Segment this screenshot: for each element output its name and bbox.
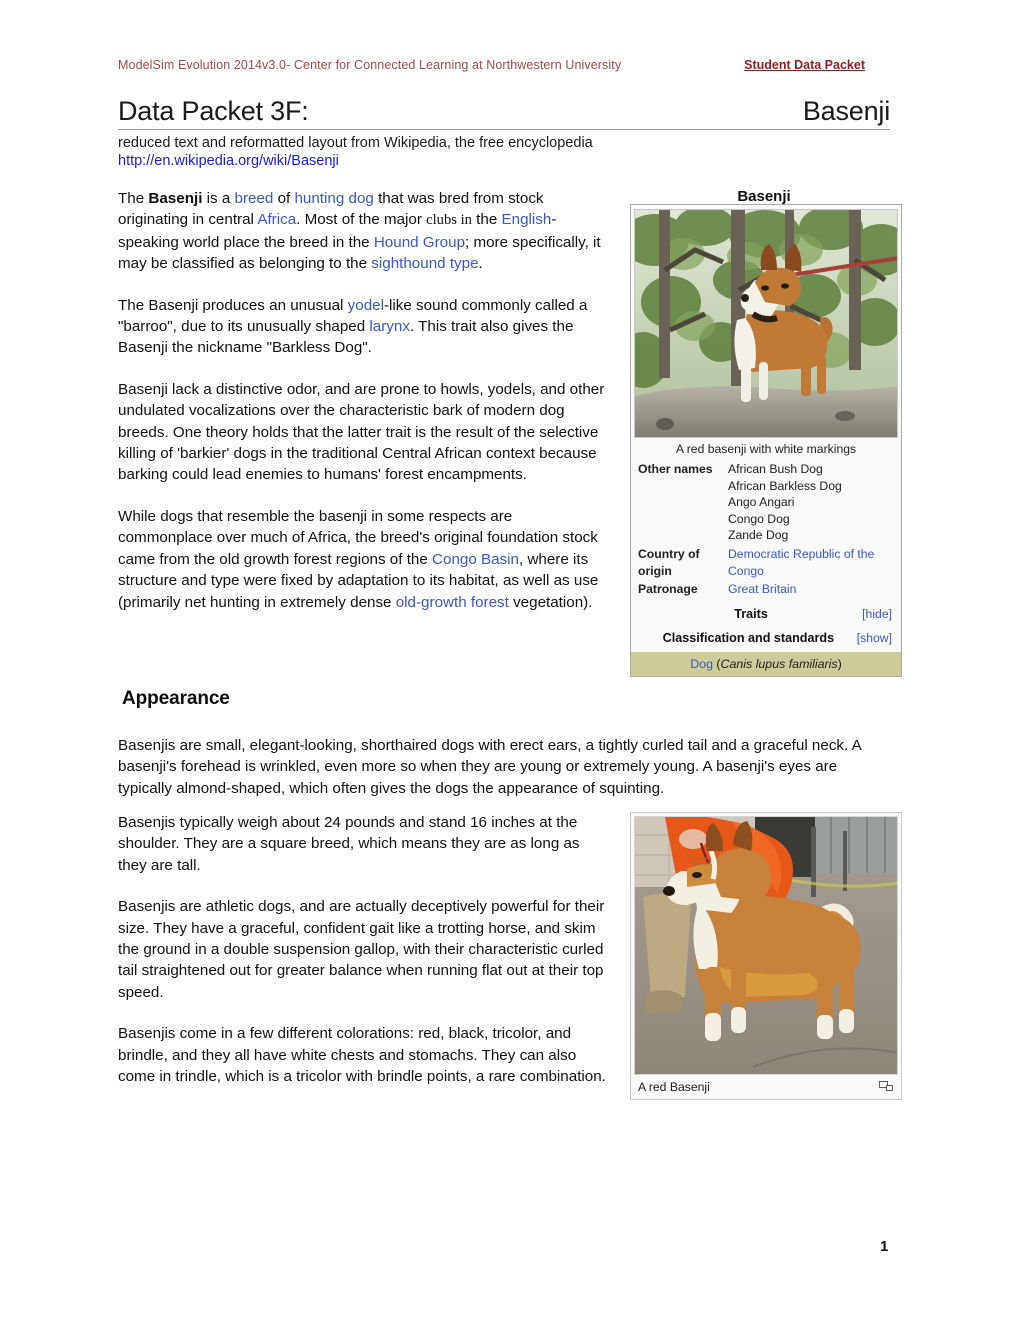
running-header-right: Student Data Packet xyxy=(744,58,865,72)
infobox-photo xyxy=(634,209,898,438)
document-page: ModelSim Evolution 2014v3.0- Center for … xyxy=(0,0,1020,1320)
text-run: . Most of the major xyxy=(296,211,427,229)
infobox-value-item: Ango Angari xyxy=(728,495,795,510)
link-larynx[interactable]: larynx xyxy=(369,318,410,335)
infobox-footer: Dog (Canis lupus familiaris) xyxy=(631,651,901,676)
text-run: ( xyxy=(712,656,721,671)
figure-photo xyxy=(634,816,898,1075)
link-old-growth-forest[interactable]: old-growth forest xyxy=(396,594,509,611)
text-run: ) xyxy=(837,656,842,671)
figure-red-basenji: A red Basenji xyxy=(630,812,902,1100)
appearance-text-column: Basenjis typically weigh about 24 pounds… xyxy=(118,812,610,1087)
paragraph-2: The Basenji produces an unusual yodel-li… xyxy=(118,295,610,359)
term-basenji: Basenji xyxy=(148,190,203,207)
red-basenji-show-photo xyxy=(635,817,897,1074)
link-english[interactable]: English xyxy=(502,211,552,228)
link-congo-basin[interactable]: Congo Basin xyxy=(432,551,519,568)
text-run: the xyxy=(471,211,502,229)
infobox-label: Patronage xyxy=(638,582,698,597)
appearance-paragraph-3: Basenjis are athletic dogs, and are actu… xyxy=(118,898,605,1001)
infobox-photo-caption: A red basenji with white markings xyxy=(675,442,857,456)
text-run: vegetation). xyxy=(508,593,593,611)
traits-label: Traits xyxy=(734,606,768,621)
infobox-value: African Bush Dog African Barkless Dog An… xyxy=(728,461,894,544)
infobox-row-patronage: Patronage Great Britain xyxy=(634,581,898,600)
source-url[interactable]: http://en.wikipedia.org/wiki/Basenji xyxy=(118,152,339,171)
figure-caption-text: A red Basenji xyxy=(638,1080,710,1094)
text-run: is a xyxy=(202,190,235,207)
running-header: ModelSim Evolution 2014v3.0- Center for … xyxy=(118,58,890,72)
link-breed[interactable]: breed xyxy=(235,190,274,207)
paragraph-4: While dogs that resemble the basenji in … xyxy=(118,506,610,613)
running-header-left: ModelSim Evolution 2014v3.0- Center for … xyxy=(118,58,622,72)
infobox-section-classification: Classification and standards [show] xyxy=(634,624,898,648)
link-yodel[interactable]: yodel xyxy=(348,297,384,314)
infobox-value-item: African Barkless Dog xyxy=(728,478,842,493)
appearance-intro-column: Basenjis are small, elegant-looking, sho… xyxy=(118,735,890,799)
appearance-paragraph-2: Basenjis typically weigh about 24 pounds… xyxy=(118,814,580,874)
paragraph-3: Basenji lack a distinctive odor, and are… xyxy=(118,380,605,484)
traits-hide-toggle[interactable]: [hide] xyxy=(862,607,892,621)
text-run: The xyxy=(118,190,149,207)
title-subject: Basenji xyxy=(802,96,890,126)
link-dog[interactable]: Dog xyxy=(690,657,713,671)
link-sighthound-type[interactable]: sighthound type xyxy=(371,255,478,272)
infobox-section-traits: Traits [hide] xyxy=(634,600,898,624)
text-run: The Basenji produces an unusual xyxy=(118,296,348,314)
infobox-value: Democratic Republic of the Congo xyxy=(728,546,894,579)
link-hunting-dog[interactable]: hunting dog xyxy=(294,190,373,207)
species-binomial: Canis lupus familiaris xyxy=(720,656,838,671)
infobox-title: Basenji xyxy=(737,188,791,205)
paragraph-1: The Basenji is a breed of hunting dog th… xyxy=(118,188,610,275)
appearance-paragraph-4: Basenjis come in a few different colorat… xyxy=(118,1025,606,1086)
appearance-paragraph-1: Basenjis are small, elegant-looking, sho… xyxy=(118,737,861,797)
text-run: . xyxy=(478,255,483,273)
intro-text-column: The Basenji is a breed of hunting dog th… xyxy=(118,188,610,613)
page-number: 1 xyxy=(880,1238,889,1255)
classification-show-toggle[interactable]: [show] xyxy=(857,631,892,645)
infobox: A red basenji with white markings Other … xyxy=(630,204,902,677)
infobox-label: Other names xyxy=(638,462,713,476)
enlarge-icon[interactable] xyxy=(879,1081,894,1093)
infobox-label: Country of origin xyxy=(638,546,700,578)
link-africa[interactable]: Africa xyxy=(257,211,296,228)
text-run-serif: clubs in xyxy=(426,212,472,229)
infobox-row-other-names: Other names African Bush Dog African Bar… xyxy=(634,461,898,546)
link-patronage[interactable]: Great Britain xyxy=(728,581,894,598)
infobox-value-item: Congo Dog xyxy=(728,511,790,526)
section-heading-appearance: Appearance xyxy=(122,688,230,709)
classification-label: Classification and standards xyxy=(662,630,835,645)
infobox-row-country-of-origin: Country of origin Democratic Republic of… xyxy=(634,546,898,581)
basenji-forest-photo xyxy=(635,210,897,437)
title-subtitle: reduced text and reformatted layout from… xyxy=(118,135,593,151)
infobox-value-item: Zande Dog xyxy=(728,528,789,543)
infobox-value: Great Britain xyxy=(728,581,894,598)
link-country-of-origin[interactable]: Democratic Republic of the Congo xyxy=(728,546,894,579)
text-run: of xyxy=(273,190,295,207)
page-title: Data Packet 3F: Basenji xyxy=(118,96,890,130)
title-main: Data Packet 3F: xyxy=(118,96,309,126)
figure-caption-row: A red Basenji xyxy=(634,1075,898,1096)
link-hound-group[interactable]: Hound Group xyxy=(374,234,465,251)
infobox-value-item: African Bush Dog xyxy=(728,462,823,476)
